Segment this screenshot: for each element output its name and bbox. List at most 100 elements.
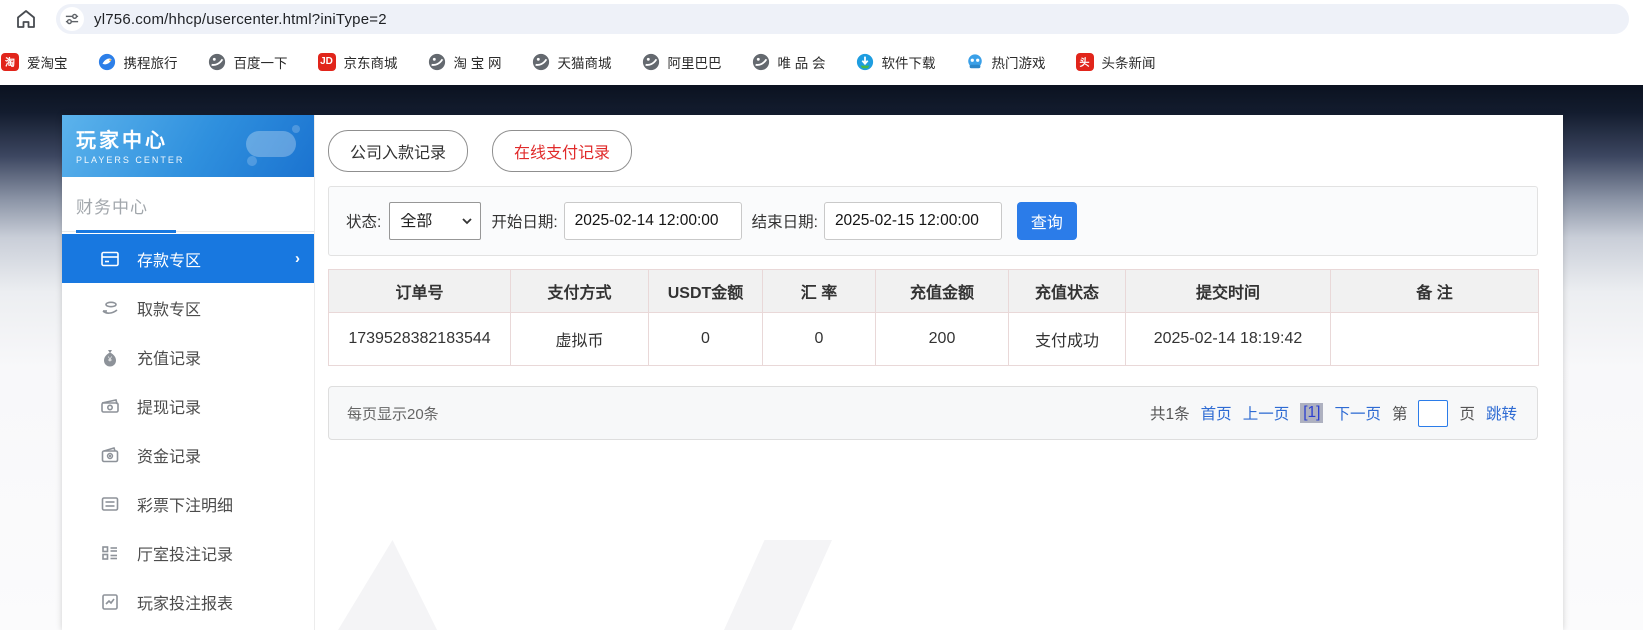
tab-online-payment-records[interactable]: 在线支付记录 — [492, 130, 633, 172]
globe-icon — [428, 53, 446, 71]
cell-exchange-rate: 0 — [762, 312, 876, 366]
screen: yl756.com/hhcp/usercenter.html?iniType=2… — [0, 0, 1643, 630]
page-size-label: 每页显示20条 — [347, 405, 439, 423]
cell-submit-time: 2025-02-14 18:19:42 — [1125, 312, 1331, 366]
jump-button[interactable]: 跳转 — [1486, 402, 1517, 424]
sidebar-item-label: 资金记录 — [137, 448, 202, 466]
col-order-no: 订单号 — [328, 269, 511, 313]
sidebar-item-recharge-records[interactable]: ¥ 充值记录 — [62, 332, 314, 381]
query-button[interactable]: 查询 — [1016, 202, 1077, 240]
next-page-link[interactable]: 下一页 — [1334, 402, 1381, 424]
prev-page-link[interactable]: 上一页 — [1243, 402, 1290, 424]
chevron-right-icon: › — [295, 250, 300, 267]
jump-prefix-label: 第 — [1391, 406, 1408, 423]
bookmark-tmall[interactable]: 天猫商城 — [532, 52, 612, 72]
payment-records-table: 订单号 支付方式 USDT金额 汇 率 充值金额 充值状态 提交时间 备 注 1 — [328, 269, 1539, 366]
report-icon — [100, 592, 120, 612]
svg-text:¥: ¥ — [108, 356, 112, 363]
bookmark-alibaba[interactable]: 阿里巴巴 — [642, 52, 722, 72]
cell-order-no: 1739528382183544 — [328, 312, 511, 366]
banknote-icon — [100, 396, 120, 416]
cell-recharge-amount: 200 — [875, 312, 1009, 366]
col-exchange-rate: 汇 率 — [762, 269, 876, 313]
sidebar-item-label: 取款专区 — [137, 301, 202, 319]
ctrip-icon — [98, 53, 116, 71]
sidebar: 玩家中心 PLAYERS CENTER 财务中心 存款专区 › 取款专区 ¥ 充… — [62, 115, 315, 630]
bookmark-vip[interactable]: 唯 品 会 — [752, 52, 826, 72]
col-remark: 备 注 — [1330, 269, 1539, 313]
content-area: 公司入款记录 在线支付记录 状态: 全部 开始日期: 2025-02-14 12… — [328, 115, 1539, 630]
user-center-panel: 玩家中心 PLAYERS CENTER 财务中心 存款专区 › 取款专区 ¥ 充… — [62, 115, 1563, 630]
withdraw-hand-icon — [100, 298, 120, 318]
browser-toolbar: yl756.com/hhcp/usercenter.html?iniType=2 — [0, 0, 1643, 38]
cell-remark — [1330, 312, 1539, 366]
download-icon — [856, 53, 874, 71]
table-header-row: 订单号 支付方式 USDT金额 汇 率 充值金额 充值状态 提交时间 备 注 — [328, 269, 1539, 313]
list-boxes-icon — [100, 543, 120, 563]
finance-center-section: 财务中心 — [62, 177, 314, 233]
tab-company-deposit-records[interactable]: 公司入款记录 — [328, 130, 469, 172]
cell-usdt-amount: 0 — [648, 312, 763, 366]
finance-center-label: 财务中心 — [76, 198, 148, 217]
sidebar-item-label: 厅室投注记录 — [137, 546, 234, 564]
bookmark-baidu[interactable]: 百度一下 — [208, 52, 288, 72]
status-select[interactable]: 全部 — [389, 202, 482, 240]
current-page-indicator: [1] — [1300, 403, 1324, 423]
page-jump-input[interactable] — [1418, 399, 1449, 427]
gamepad-icon — [238, 123, 304, 174]
jd-icon: JD — [317, 52, 336, 71]
pagination-bar: 每页显示20条 共1条 首页 上一页 [1] 下一页 第 页 跳转 — [328, 386, 1538, 440]
url-text[interactable]: yl756.com/hhcp/usercenter.html?iniType=2 — [94, 11, 387, 28]
bookmark-toutiao[interactable]: 头 头条新闻 — [1075, 52, 1156, 72]
start-date-input[interactable] — [563, 202, 742, 240]
bookmark-taobao-wang[interactable]: 淘 宝 网 — [428, 52, 502, 72]
bookmark-hot-games[interactable]: 热门游戏 — [966, 52, 1046, 72]
sidebar-item-label: 存款专区 — [137, 252, 202, 270]
sidebar-item-label: 充值记录 — [137, 350, 202, 368]
end-date-input[interactable] — [823, 202, 1002, 240]
cell-recharge-status: 支付成功 — [1008, 312, 1126, 366]
toutiao-icon: 头 — [1075, 52, 1094, 71]
first-page-link[interactable]: 首页 — [1201, 402, 1232, 424]
sidebar-item-deposit[interactable]: 存款专区 › — [62, 234, 314, 283]
col-usdt-amount: USDT金额 — [648, 269, 763, 313]
game-robot-icon — [966, 53, 984, 71]
sidebar-header: 玩家中心 PLAYERS CENTER — [62, 115, 314, 177]
status-label: 状态: — [346, 214, 382, 231]
sidebar-menu: 存款专区 › 取款专区 ¥ 充值记录 提现记录 资金记录 彩票下注明细 厅室投注… — [62, 234, 314, 626]
bookmark-aitaobao[interactable]: 淘 爱淘宝 — [1, 52, 68, 72]
col-recharge-status: 充值状态 — [1008, 269, 1126, 313]
sidebar-item-lottery-bet-detail[interactable]: 彩票下注明细 — [62, 479, 314, 528]
site-settings-icon[interactable] — [60, 7, 84, 31]
money-bag-icon: ¥ — [100, 347, 120, 367]
sidebar-item-player-bet-report[interactable]: 玩家投注报表 — [62, 577, 314, 626]
start-date-label: 开始日期: — [491, 214, 558, 231]
bookmark-ctrip[interactable]: 携程旅行 — [98, 52, 178, 72]
bookmark-software-download[interactable]: 软件下载 — [856, 52, 936, 72]
sidebar-item-withdraw[interactable]: 取款专区 — [62, 283, 314, 332]
col-recharge-amount: 充值金额 — [875, 269, 1009, 313]
globe-icon — [532, 53, 550, 71]
page-background: 玩家中心 PLAYERS CENTER 财务中心 存款专区 › 取款专区 ¥ 充… — [0, 85, 1643, 630]
sidebar-item-label: 彩票下注明细 — [137, 497, 234, 515]
globe-icon — [208, 53, 226, 71]
list-detail-icon — [100, 494, 120, 514]
globe-icon — [642, 53, 660, 71]
col-submit-time: 提交时间 — [1125, 269, 1331, 313]
end-date-label: 结束日期: — [751, 214, 818, 231]
sidebar-item-label: 提现记录 — [137, 399, 202, 417]
sidebar-item-hall-bet-records[interactable]: 厅室投注记录 — [62, 528, 314, 577]
bookmark-jd[interactable]: JD 京东商城 — [317, 52, 398, 72]
home-icon[interactable] — [14, 7, 38, 31]
taobao-icon: 淘 — [1, 52, 19, 71]
table-row: 1739528382183544 虚拟币 0 0 200 支付成功 2025-0… — [328, 312, 1539, 366]
address-bar[interactable]: yl756.com/hhcp/usercenter.html?iniType=2 — [56, 4, 1629, 34]
sidebar-item-withdrawal-records[interactable]: 提现记录 — [62, 381, 314, 430]
bookmarks-bar: 淘 爱淘宝 携程旅行 百度一下 JD 京东商城 淘 宝 网 天猫商城 阿里巴巴 … — [0, 38, 1643, 85]
jump-suffix-label: 页 — [1459, 406, 1475, 423]
deposit-card-icon — [100, 249, 120, 269]
sidebar-item-fund-records[interactable]: 资金记录 — [62, 430, 314, 479]
filter-bar: 状态: 全部 开始日期: 结束日期: 查询 — [328, 186, 1538, 256]
sidebar-item-label: 玩家投注报表 — [137, 595, 234, 613]
wallet-icon — [100, 445, 120, 465]
